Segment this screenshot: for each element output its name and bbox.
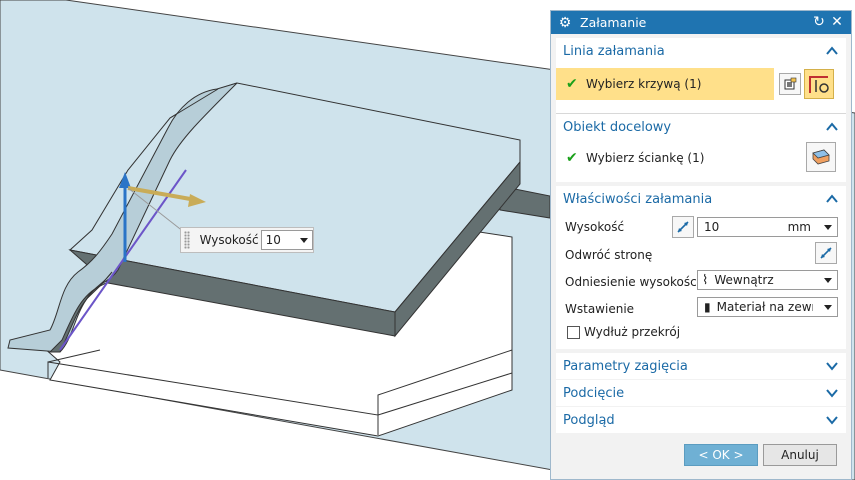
section-bend-parameters[interactable]: Parametry zagięcia <box>556 353 846 379</box>
section-bend-line-header[interactable]: Linia załamania <box>556 38 846 64</box>
section-properties-header[interactable]: Właściwości załamania <box>556 186 846 212</box>
gear-icon[interactable]: ⚙ <box>558 15 572 31</box>
dialog-titlebar[interactable]: ⚙ Załamanie ↻ ✕ <box>551 11 851 34</box>
extend-section-label: Wydłuż przekrój <box>584 325 681 339</box>
select-face-label: Wybierz ściankę (1) <box>586 151 705 165</box>
section-target-header[interactable]: Obiekt docelowy <box>556 114 846 140</box>
drag-grip-icon[interactable] <box>184 231 190 249</box>
select-face-row[interactable]: ✔ Wybierz ściankę (1) <box>556 146 846 170</box>
section-relief-header[interactable]: Podcięcie <box>556 380 846 406</box>
on-screen-height-value[interactable]: 10 <box>260 230 313 250</box>
sketch-section-icon[interactable] <box>779 73 801 95</box>
on-screen-height-input[interactable]: Wysokość 10 <box>180 227 314 253</box>
height-reference-label: Odniesienie wysokości <box>565 275 701 289</box>
height-reference-select[interactable]: ⌇ Wewnątrz <box>697 270 838 290</box>
ok-button[interactable]: < OK > <box>684 444 758 466</box>
section-target: Obiekt docelowy ✔ Wybierz ściankę (1) <box>556 113 846 182</box>
section-bend-parameters-title: Parametry zagięcia <box>563 358 688 374</box>
cancel-button[interactable]: Anuluj <box>763 444 837 466</box>
select-curve-label: Wybierz krzywą (1) <box>586 77 702 91</box>
height-value-text: 10 <box>704 220 720 234</box>
inset-select[interactable]: ▮ Materiał na zewnątrz <box>697 297 838 317</box>
height-label: Wysokość <box>565 220 625 234</box>
section-relief[interactable]: Podcięcie <box>556 380 846 406</box>
chevron-up-icon <box>826 194 838 203</box>
material-outside-icon: ▮ <box>704 300 711 314</box>
dialog-title: Załamanie <box>580 15 647 30</box>
section-properties: Właściwości załamania Wysokość 10 mm Odw… <box>556 186 846 349</box>
chevron-down-icon <box>826 362 838 371</box>
section-bend-line: Linia załamania ✔ Wybierz krzywą (1) <box>556 38 846 113</box>
reset-icon[interactable]: ↻ <box>811 14 827 30</box>
section-preview-header[interactable]: Podgląd <box>556 407 846 433</box>
height-value-field[interactable]: 10 mm <box>697 217 838 237</box>
section-properties-title: Właściwości załamania <box>563 191 713 207</box>
chevron-up-icon <box>826 122 838 131</box>
chevron-down-icon <box>300 238 308 243</box>
section-bend-line-title: Linia załamania <box>563 43 665 59</box>
section-bend-parameters-header[interactable]: Parametry zagięcia <box>556 353 846 379</box>
chevron-up-icon <box>826 46 838 55</box>
section-preview[interactable]: Podgląd <box>556 407 846 433</box>
close-icon[interactable]: ✕ <box>829 14 845 30</box>
section-relief-title: Podcięcie <box>563 385 625 401</box>
checkmark-icon: ✔ <box>566 150 578 166</box>
section-target-title: Obiekt docelowy <box>563 119 672 135</box>
inside-reference-icon: ⌇ <box>702 272 709 288</box>
chevron-down-icon <box>824 278 832 283</box>
height-reference-value: Wewnątrz <box>714 273 774 287</box>
reverse-direction-icon[interactable] <box>815 242 837 264</box>
inset-label: Wstawienie <box>565 302 635 316</box>
extend-section-checkbox[interactable] <box>567 326 580 339</box>
checkmark-icon: ✔ <box>566 76 578 92</box>
face-select-icon[interactable] <box>806 142 836 172</box>
inset-value: Materiał na zewnątrz <box>716 300 813 314</box>
section-preview-title: Podgląd <box>563 412 615 428</box>
select-curve-row[interactable]: ✔ Wybierz krzywą (1) <box>556 68 774 100</box>
curve-select-icon[interactable] <box>804 69 834 99</box>
height-unit: mm <box>787 220 811 234</box>
reverse-direction-label: Odwróć stronę <box>565 248 653 262</box>
on-screen-height-value-text: 10 <box>265 233 281 247</box>
chevron-down-icon <box>826 416 838 425</box>
measure-icon[interactable] <box>672 216 694 238</box>
chevron-down-icon <box>824 305 832 310</box>
chevron-down-icon <box>824 225 832 230</box>
jog-dialog: ⚙ Załamanie ↻ ✕ Linia załamania ✔ Wybier… <box>550 10 852 480</box>
chevron-down-icon <box>826 389 838 398</box>
on-screen-height-label: Wysokość <box>199 233 259 247</box>
